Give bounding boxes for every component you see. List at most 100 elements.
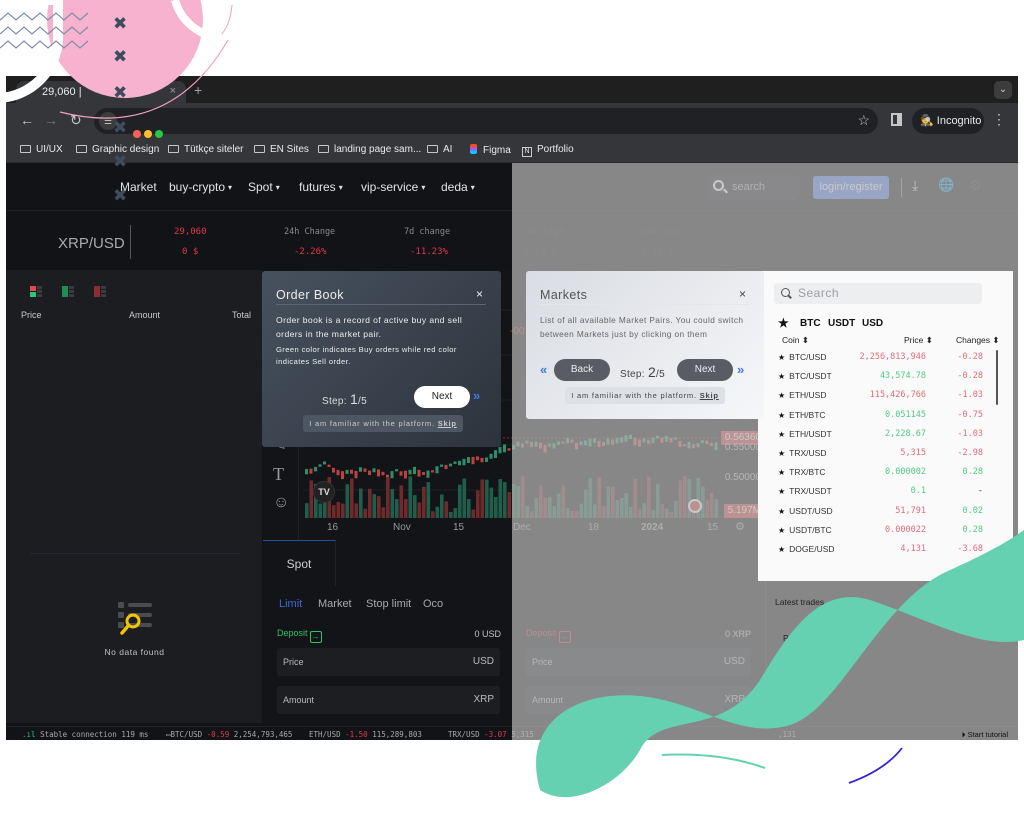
settings-icon[interactable]: ⚙: [969, 177, 982, 194]
back-button[interactable]: ←: [20, 112, 34, 128]
view-sell-icon[interactable]: [94, 286, 106, 297]
market-row[interactable]: ★ ETH/USD 115,426,766 -1.03: [758, 387, 998, 406]
bookmark-landing-page[interactable]: landing page sam...: [318, 144, 421, 155]
sell-deposit-link[interactable]: Deposit →: [526, 628, 571, 643]
markets-scrollbar[interactable]: [996, 350, 998, 405]
market-pair: ★ USDT/USD: [778, 506, 833, 516]
download-icon[interactable]: ⤓: [912, 177, 918, 194]
nav-market[interactable]: Market: [120, 180, 157, 194]
skip-link[interactable]: Skip: [438, 419, 457, 428]
bookmark-ai[interactable]: AI: [427, 144, 452, 155]
buy-amount-input[interactable]: Amount XRP: [277, 686, 500, 714]
candle: [548, 443, 551, 447]
bookmark-figma[interactable]: Figma: [470, 144, 511, 156]
bookmark-turkce-siteler[interactable]: Tütkçe siteler: [168, 144, 243, 155]
tab-search-button[interactable]: ⌄: [994, 81, 1012, 99]
tour-next-button[interactable]: Next: [677, 359, 733, 381]
address-bar[interactable]: ⚌ ☆: [94, 108, 878, 134]
footer-ticker-trx[interactable]: TRX/USD -3.07 5,315: [448, 730, 534, 739]
site-info-icon[interactable]: ⚌: [99, 112, 117, 130]
tour-title: Markets: [540, 288, 588, 302]
market-row[interactable]: ★ USDT/USD 51,791 0.02: [758, 503, 998, 522]
incognito-badge[interactable]: 🕵 Incognito: [912, 108, 984, 134]
favorite-star-icon[interactable]: ★: [778, 430, 785, 439]
order-type-stop-limit[interactable]: Stop limit: [366, 598, 411, 610]
col-coin-sort[interactable]: Coin ⬍: [782, 335, 809, 346]
double-chevron-left-icon[interactable]: «: [540, 362, 547, 377]
volume-bar: [494, 497, 498, 518]
globe-icon[interactable]: 🌐: [938, 177, 954, 193]
double-chevron-right-icon[interactable]: »: [737, 362, 744, 377]
market-row[interactable]: ★ ETH/BTC 0.051145 -0.75: [758, 407, 998, 426]
favorite-star-icon[interactable]: ★: [778, 507, 785, 516]
favorite-star-icon[interactable]: ★: [778, 391, 785, 400]
favorite-star-icon[interactable]: ★: [778, 353, 785, 362]
browser-tab[interactable]: 29,060 | ×: [16, 81, 186, 103]
footer-ticker-btc[interactable]: ▭BTC/USD -0.59 2,254,793,465: [166, 730, 292, 739]
favorite-star-icon[interactable]: ★: [778, 468, 785, 477]
market-row[interactable]: ★ ETH/USDT 2,228.67 -1.03: [758, 426, 998, 445]
favorite-star-icon[interactable]: ★: [778, 526, 785, 535]
bookmark-en-sites[interactable]: EN Sites: [254, 144, 309, 155]
tradingview-logo[interactable]: TV: [313, 481, 335, 503]
market-row[interactable]: ★ TRX/USD 5,315 -2.98: [758, 445, 998, 464]
buy-price-input[interactable]: Price USD: [277, 648, 500, 676]
filter-usd[interactable]: USD: [862, 318, 883, 329]
favorite-star-icon[interactable]: ★: [778, 449, 785, 458]
market-row[interactable]: ★ TRX/BTC 0.000002 0.28: [758, 464, 998, 483]
tour-next-button[interactable]: Next: [414, 386, 470, 408]
favorite-star-icon[interactable]: ★: [778, 372, 785, 381]
tour-back-button[interactable]: Back: [554, 359, 610, 381]
buy-deposit-link[interactable]: Deposit →: [277, 628, 322, 643]
favorite-star-icon[interactable]: ★: [778, 487, 785, 496]
folder-icon: [168, 145, 179, 153]
chart-settings-icon[interactable]: ⚙: [735, 520, 745, 533]
nav-spot[interactable]: Spot ▾: [248, 180, 280, 194]
order-type-limit[interactable]: Limit: [279, 598, 302, 610]
favorite-star-icon[interactable]: ★: [778, 545, 785, 554]
view-buy-icon[interactable]: [62, 286, 74, 297]
start-tutorial-button[interactable]: ⏵ Start tutorial: [962, 730, 1008, 740]
market-row[interactable]: ★ TRX/USDT 0.1 -: [758, 483, 998, 502]
side-panel-icon[interactable]: [891, 113, 902, 126]
market-row[interactable]: ★ DOGE/USD 4,131 -3.68: [758, 541, 998, 560]
tab-spot[interactable]: Spot: [263, 540, 336, 586]
us-flag-icon[interactable]: [688, 499, 702, 513]
view-both-icon[interactable]: [30, 286, 42, 297]
market-row[interactable]: ★ USDT/BTC 0.000022 0.28: [758, 522, 998, 541]
markets-search-input[interactable]: Search: [774, 283, 982, 304]
close-icon[interactable]: ×: [476, 287, 483, 301]
skip-link[interactable]: Skip: [700, 391, 719, 400]
nav-buy-crypto[interactable]: buy-crypto ▾: [169, 180, 232, 194]
nav-vip-service[interactable]: vip-service ▾: [361, 180, 425, 194]
search-input[interactable]: search: [708, 175, 800, 200]
order-type-market[interactable]: Market: [318, 598, 352, 610]
volume-bar: [624, 493, 629, 518]
market-row[interactable]: ★ BTC/USDT 43,574.78 -0.28: [758, 368, 998, 387]
sell-amount-input[interactable]: Amount XRP: [526, 686, 751, 714]
bookmark-graphic-design[interactable]: Graphic design: [76, 144, 159, 155]
col-price-sort[interactable]: Price ⬍: [904, 335, 933, 346]
filter-btc[interactable]: BTC: [800, 318, 821, 329]
market-row[interactable]: ★ BTC/USD 2,256,813,946 -0.28: [758, 349, 998, 368]
forward-button[interactable]: →: [44, 112, 58, 128]
bookmark-ui-ux[interactable]: UI/UX: [20, 144, 63, 155]
new-tab-button[interactable]: +: [194, 82, 202, 98]
double-chevron-right-icon[interactable]: »: [473, 388, 480, 403]
tab-close-icon[interactable]: ×: [170, 85, 176, 97]
reload-button[interactable]: ↻: [70, 112, 82, 129]
close-icon[interactable]: ×: [739, 287, 746, 301]
favorite-star-icon[interactable]: ★: [778, 411, 785, 420]
browser-menu-icon[interactable]: ⋮: [992, 111, 1006, 128]
filter-favorites-star-icon[interactable]: ★: [778, 316, 789, 330]
order-type-oco[interactable]: Oco: [423, 598, 443, 610]
col-changes-sort[interactable]: Changes ⬍: [956, 335, 1000, 346]
nav-futures[interactable]: futures ▾: [299, 180, 343, 194]
bookmark-portfolio[interactable]: N Portfolio: [522, 144, 574, 157]
bookmark-star-icon[interactable]: ☆: [857, 112, 870, 129]
nav-deda[interactable]: deda ▾: [441, 180, 475, 194]
filter-usdt[interactable]: USDT: [828, 318, 855, 329]
login-register-button[interactable]: login/register: [813, 176, 889, 199]
footer-ticker-eth[interactable]: ETH/USD -1.50 115,289,803: [309, 730, 422, 739]
sell-price-input[interactable]: Price USD: [526, 648, 751, 676]
